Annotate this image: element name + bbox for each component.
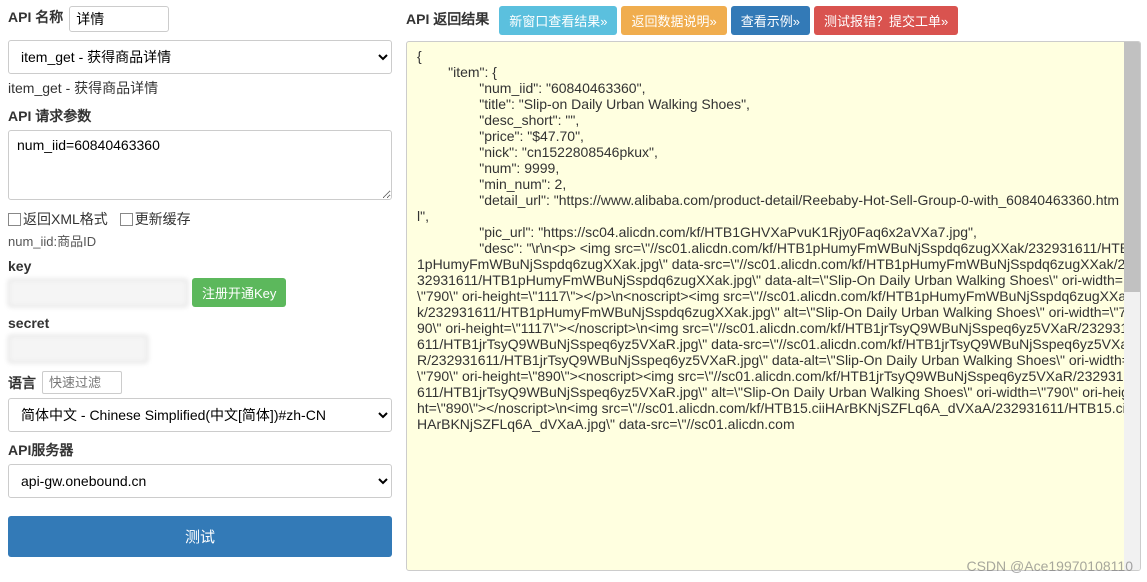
watermark: CSDN @Ace19970108110 <box>966 558 1133 574</box>
data-desc-button[interactable]: 返回数据说明» <box>621 6 726 35</box>
checkbox-icon <box>8 213 21 226</box>
checkbox-xml-label: 返回XML格式 <box>23 209 108 229</box>
checkbox-refresh-label: 更新缓存 <box>135 209 191 229</box>
new-window-button[interactable]: 新窗口查看结果» <box>499 6 617 35</box>
checkbox-refresh[interactable]: 更新缓存 <box>120 209 191 229</box>
api-name-label: API 名称 <box>8 7 63 27</box>
right-panel: API 返回结果 新窗口查看结果» 返回数据说明» 查看示例» 测试报错？提交工… <box>400 0 1147 577</box>
api-name-input[interactable] <box>69 6 169 32</box>
result-label: API 返回结果 <box>406 9 489 29</box>
result-box: { "item": { "num_iid": "60840463360", "t… <box>406 41 1141 571</box>
server-label: API服务器 <box>8 440 73 460</box>
report-error-button[interactable]: 测试报错？提交工单» <box>814 6 958 35</box>
lang-label: 语言 <box>8 373 36 393</box>
param-help: num_iid:商品ID <box>8 231 392 250</box>
example-button[interactable]: 查看示例» <box>731 6 810 35</box>
scrollbar-vertical[interactable] <box>1124 42 1140 570</box>
register-key-button[interactable]: 注册开通Key <box>192 278 286 307</box>
key-label: key <box>8 258 31 274</box>
secret-input[interactable] <box>8 335 148 363</box>
scrollbar-thumb[interactable] <box>1124 42 1140 292</box>
key-input[interactable] <box>8 279 188 307</box>
result-json[interactable]: { "item": { "num_iid": "60840463360", "t… <box>417 48 1130 432</box>
checkbox-icon <box>120 213 133 226</box>
lang-select[interactable]: 简体中文 - Chinese Simplified(中文[简体])#zh-CN <box>8 398 392 432</box>
server-select[interactable]: api-gw.onebound.cn <box>8 464 392 498</box>
api-method-echo: item_get - 获得商品详情 <box>8 78 392 98</box>
lang-filter-input[interactable] <box>42 371 122 394</box>
req-params-label: API 请求参数 <box>8 106 91 126</box>
test-button[interactable]: 测试 <box>8 516 392 557</box>
left-panel: API 名称 item_get - 获得商品详情 item_get - 获得商品… <box>0 0 400 577</box>
secret-label: secret <box>8 315 49 331</box>
checkbox-xml[interactable]: 返回XML格式 <box>8 209 108 229</box>
req-params-textarea[interactable]: num_iid=60840463360 <box>8 130 392 200</box>
api-method-select[interactable]: item_get - 获得商品详情 <box>8 40 392 74</box>
